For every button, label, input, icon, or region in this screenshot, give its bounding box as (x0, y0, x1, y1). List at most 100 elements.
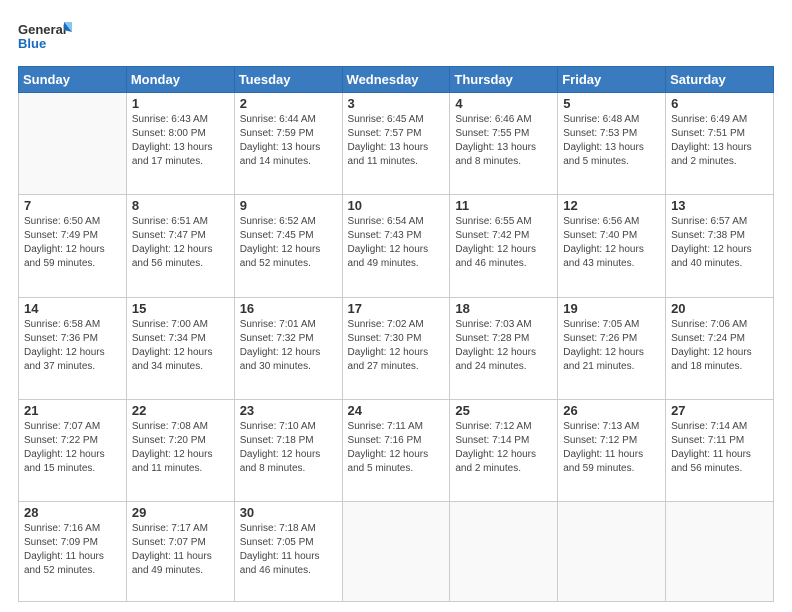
day-info: Sunrise: 7:06 AM Sunset: 7:24 PM Dayligh… (671, 318, 768, 374)
day-info: Sunrise: 7:14 AM Sunset: 7:11 PM Dayligh… (671, 420, 768, 476)
calendar-header-row: SundayMondayTuesdayWednesdayThursdayFrid… (19, 67, 774, 93)
day-number: 1 (132, 96, 229, 111)
day-number: 19 (563, 301, 660, 316)
day-number: 30 (240, 505, 337, 520)
calendar-cell: 17 Sunrise: 7:02 AM Sunset: 7:30 PM Dayli… (342, 297, 450, 399)
calendar-cell: 10 Sunrise: 6:54 AM Sunset: 7:43 PM Dayli… (342, 195, 450, 297)
calendar-cell: 24 Sunrise: 7:11 AM Sunset: 7:16 PM Dayli… (342, 399, 450, 501)
day-number: 13 (671, 198, 768, 213)
day-number: 24 (348, 403, 445, 418)
day-info: Sunrise: 6:56 AM Sunset: 7:40 PM Dayligh… (563, 215, 660, 271)
calendar-cell: 29 Sunrise: 7:17 AM Sunset: 7:07 PM Dayli… (126, 502, 234, 602)
calendar-week-row: 28 Sunrise: 7:16 AM Sunset: 7:09 PM Dayli… (19, 502, 774, 602)
calendar-week-row: 14 Sunrise: 6:58 AM Sunset: 7:36 PM Dayli… (19, 297, 774, 399)
day-number: 28 (24, 505, 121, 520)
calendar-cell (558, 502, 666, 602)
calendar-cell: 22 Sunrise: 7:08 AM Sunset: 7:20 PM Dayli… (126, 399, 234, 501)
calendar-cell: 4 Sunrise: 6:46 AM Sunset: 7:55 PM Daylig… (450, 93, 558, 195)
day-info: Sunrise: 6:58 AM Sunset: 7:36 PM Dayligh… (24, 318, 121, 374)
day-info: Sunrise: 7:02 AM Sunset: 7:30 PM Dayligh… (348, 318, 445, 374)
day-info: Sunrise: 7:08 AM Sunset: 7:20 PM Dayligh… (132, 420, 229, 476)
calendar-cell (450, 502, 558, 602)
day-number: 20 (671, 301, 768, 316)
calendar-cell: 16Sunrise: 7:01 AM Sunset: 7:32 PM Dayli… (234, 297, 342, 399)
calendar-cell: 13 Sunrise: 6:57 AM Sunset: 7:38 PM Dayli… (666, 195, 774, 297)
calendar-cell: 23 Sunrise: 7:10 AM Sunset: 7:18 PM Dayli… (234, 399, 342, 501)
calendar-cell: 20 Sunrise: 7:06 AM Sunset: 7:24 PM Dayli… (666, 297, 774, 399)
day-info: Sunrise: 6:43 AM Sunset: 8:00 PM Dayligh… (132, 113, 229, 169)
calendar-cell: 14 Sunrise: 6:58 AM Sunset: 7:36 PM Dayli… (19, 297, 127, 399)
day-info: Sunrise: 7:11 AM Sunset: 7:16 PM Dayligh… (348, 420, 445, 476)
day-number: 3 (348, 96, 445, 111)
calendar-cell: 9Sunrise: 6:52 AM Sunset: 7:45 PM Daylig… (234, 195, 342, 297)
logo: General Blue (18, 18, 73, 56)
day-number: 5 (563, 96, 660, 111)
day-info: Sunrise: 6:57 AM Sunset: 7:38 PM Dayligh… (671, 215, 768, 271)
page-header: General Blue (18, 18, 774, 56)
calendar-cell (666, 502, 774, 602)
calendar-cell: 26Sunrise: 7:13 AM Sunset: 7:12 PM Dayli… (558, 399, 666, 501)
calendar-cell: 6 Sunrise: 6:49 AM Sunset: 7:51 PM Daylig… (666, 93, 774, 195)
day-number: 29 (132, 505, 229, 520)
day-info: Sunrise: 6:54 AM Sunset: 7:43 PM Dayligh… (348, 215, 445, 271)
day-number: 17 (348, 301, 445, 316)
day-info: Sunrise: 7:07 AM Sunset: 7:22 PM Dayligh… (24, 420, 121, 476)
day-number: 12 (563, 198, 660, 213)
calendar-week-row: 21Sunrise: 7:07 AM Sunset: 7:22 PM Dayli… (19, 399, 774, 501)
calendar-week-row: 7 Sunrise: 6:50 AM Sunset: 7:49 PM Daylig… (19, 195, 774, 297)
calendar-cell: 18 Sunrise: 7:03 AM Sunset: 7:28 PM Dayli… (450, 297, 558, 399)
col-header-friday: Friday (558, 67, 666, 93)
calendar-cell: 8Sunrise: 6:51 AM Sunset: 7:47 PM Daylig… (126, 195, 234, 297)
day-info: Sunrise: 7:16 AM Sunset: 7:09 PM Dayligh… (24, 522, 121, 578)
logo-svg: General Blue (18, 18, 73, 56)
day-number: 2 (240, 96, 337, 111)
col-header-thursday: Thursday (450, 67, 558, 93)
day-info: Sunrise: 7:10 AM Sunset: 7:18 PM Dayligh… (240, 420, 337, 476)
day-info: Sunrise: 7:17 AM Sunset: 7:07 PM Dayligh… (132, 522, 229, 578)
day-info: Sunrise: 6:50 AM Sunset: 7:49 PM Dayligh… (24, 215, 121, 271)
col-header-saturday: Saturday (666, 67, 774, 93)
calendar-week-row: 1 Sunrise: 6:43 AM Sunset: 8:00 PM Daylig… (19, 93, 774, 195)
day-info: Sunrise: 6:48 AM Sunset: 7:53 PM Dayligh… (563, 113, 660, 169)
calendar-cell: 11Sunrise: 6:55 AM Sunset: 7:42 PM Dayli… (450, 195, 558, 297)
day-info: Sunrise: 6:44 AM Sunset: 7:59 PM Dayligh… (240, 113, 337, 169)
day-info: Sunrise: 6:49 AM Sunset: 7:51 PM Dayligh… (671, 113, 768, 169)
calendar-cell: 28 Sunrise: 7:16 AM Sunset: 7:09 PM Dayli… (19, 502, 127, 602)
day-number: 10 (348, 198, 445, 213)
calendar-cell: 19 Sunrise: 7:05 AM Sunset: 7:26 PM Dayli… (558, 297, 666, 399)
calendar-table: SundayMondayTuesdayWednesdayThursdayFrid… (18, 66, 774, 602)
day-number: 15 (132, 301, 229, 316)
day-info: Sunrise: 7:18 AM Sunset: 7:05 PM Dayligh… (240, 522, 337, 578)
calendar-cell (342, 502, 450, 602)
day-info: Sunrise: 6:52 AM Sunset: 7:45 PM Dayligh… (240, 215, 337, 271)
col-header-wednesday: Wednesday (342, 67, 450, 93)
day-info: Sunrise: 7:00 AM Sunset: 7:34 PM Dayligh… (132, 318, 229, 374)
calendar-cell: 1 Sunrise: 6:43 AM Sunset: 8:00 PM Daylig… (126, 93, 234, 195)
calendar-cell: 27 Sunrise: 7:14 AM Sunset: 7:11 PM Dayli… (666, 399, 774, 501)
calendar-cell: 15 Sunrise: 7:00 AM Sunset: 7:34 PM Dayli… (126, 297, 234, 399)
day-number: 22 (132, 403, 229, 418)
day-number: 11 (455, 198, 552, 213)
col-header-monday: Monday (126, 67, 234, 93)
calendar-cell: 3 Sunrise: 6:45 AM Sunset: 7:57 PM Daylig… (342, 93, 450, 195)
day-number: 7 (24, 198, 121, 213)
day-number: 23 (240, 403, 337, 418)
day-info: Sunrise: 6:46 AM Sunset: 7:55 PM Dayligh… (455, 113, 552, 169)
day-info: Sunrise: 7:12 AM Sunset: 7:14 PM Dayligh… (455, 420, 552, 476)
calendar-cell: 21Sunrise: 7:07 AM Sunset: 7:22 PM Dayli… (19, 399, 127, 501)
calendar-cell: 7 Sunrise: 6:50 AM Sunset: 7:49 PM Daylig… (19, 195, 127, 297)
day-number: 14 (24, 301, 121, 316)
calendar-cell: 2 Sunrise: 6:44 AM Sunset: 7:59 PM Daylig… (234, 93, 342, 195)
calendar-cell: 30 Sunrise: 7:18 AM Sunset: 7:05 PM Dayli… (234, 502, 342, 602)
day-number: 6 (671, 96, 768, 111)
svg-text:Blue: Blue (18, 36, 46, 51)
svg-text:General: General (18, 22, 66, 37)
day-info: Sunrise: 7:13 AM Sunset: 7:12 PM Dayligh… (563, 420, 660, 476)
day-info: Sunrise: 6:45 AM Sunset: 7:57 PM Dayligh… (348, 113, 445, 169)
day-number: 27 (671, 403, 768, 418)
day-info: Sunrise: 7:05 AM Sunset: 7:26 PM Dayligh… (563, 318, 660, 374)
calendar-cell: 25Sunrise: 7:12 AM Sunset: 7:14 PM Dayli… (450, 399, 558, 501)
day-info: Sunrise: 7:03 AM Sunset: 7:28 PM Dayligh… (455, 318, 552, 374)
day-number: 18 (455, 301, 552, 316)
day-number: 4 (455, 96, 552, 111)
